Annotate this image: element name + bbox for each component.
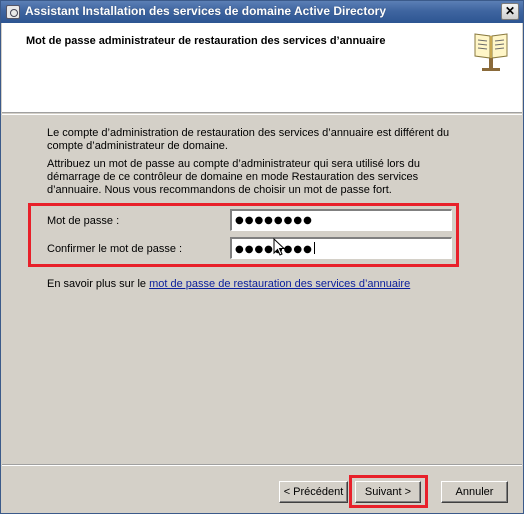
header-divider [2,114,522,115]
footer-divider-highlight [2,465,522,466]
password-label: Mot de passe : [47,215,120,227]
learn-more-link[interactable]: mot de passe de restauration des service… [149,278,410,290]
cancel-button[interactable]: Annuler [441,481,508,503]
text-caret [313,242,315,254]
wizard-header: Mot de passe administrateur de restaurat… [2,23,522,113]
book-icon [474,33,508,71]
password-value: ●●●●●●●● [235,215,313,226]
confirm-password-field[interactable]: ●●●●●●●● [230,237,452,259]
previous-button[interactable]: < Précédent [279,481,348,503]
confirm-password-label: Confirmer le mot de passe : [47,243,183,255]
next-button[interactable]: Suivant > [355,481,421,503]
wizard-window: Assistant Installation des services de d… [0,0,524,514]
learn-more-line: En savoir plus sur le mot de passe de re… [47,278,410,290]
close-button[interactable]: ✕ [501,3,519,20]
password-field[interactable]: ●●●●●●●● [230,209,452,231]
description-text: Le compte d’administration de restaurati… [47,127,450,152]
app-icon [6,5,20,19]
instruction-text: Attribuez un mot de passe au compte d’ad… [47,158,420,196]
learn-more-prefix: En savoir plus sur le [47,278,150,290]
mouse-cursor-icon [273,238,286,256]
title-bar[interactable]: Assistant Installation des services de d… [1,1,523,23]
window-title: Assistant Installation des services de d… [25,4,387,18]
page-title: Mot de passe administrateur de restaurat… [26,35,386,47]
